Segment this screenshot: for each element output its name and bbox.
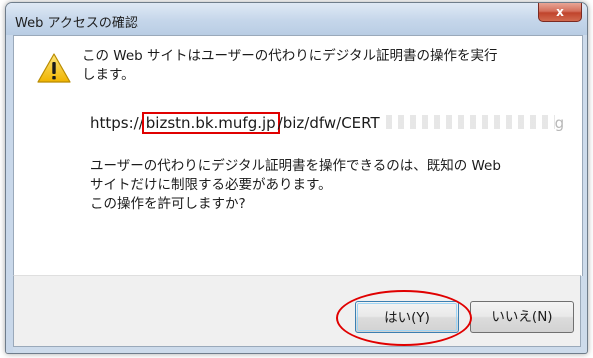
url-host-highlight: bizstn.bk.mufg.jp (141, 112, 280, 134)
url-tail: g (554, 114, 565, 132)
url-path: /biz/dfw/CERT (277, 114, 380, 132)
title-bar[interactable]: Web アクセスの確認 x (6, 3, 587, 35)
yes-button[interactable]: はい(Y) (355, 301, 459, 333)
info-line-2: サイトだけに制限する必要があります。 (90, 177, 332, 193)
window-frame-left (6, 35, 13, 353)
message-line-1: この Web サイトはユーザーの代わりにデジタル証明書の操作を実行 (82, 48, 498, 64)
warning-icon (37, 53, 71, 83)
no-button[interactable]: いいえ(N) (470, 301, 574, 333)
yes-button-label: はい(Y) (357, 303, 457, 331)
confirmation-message: この Web サイトはユーザーの代わりにデジタル証明書の操作を実行 します。 (82, 47, 542, 85)
url-prefix: https:// (90, 114, 144, 132)
message-line-2: します。 (82, 67, 135, 83)
site-url: https://bizstn.bk.mufg.jp/biz/dfw/CERT g (90, 112, 590, 136)
close-icon: x (556, 5, 564, 19)
dialog-title: Web アクセスの確認 (15, 16, 138, 31)
info-line-1: ユーザーの代わりにデジタル証明書を操作できるのは、既知の Web (90, 158, 501, 174)
redacted-url-segment (379, 115, 555, 129)
info-line-3: この操作を許可しますか? (90, 196, 246, 212)
info-message: ユーザーの代わりにデジタル証明書を操作できるのは、既知の Web サイトだけに制… (90, 157, 560, 214)
close-button[interactable]: x (538, 3, 582, 22)
